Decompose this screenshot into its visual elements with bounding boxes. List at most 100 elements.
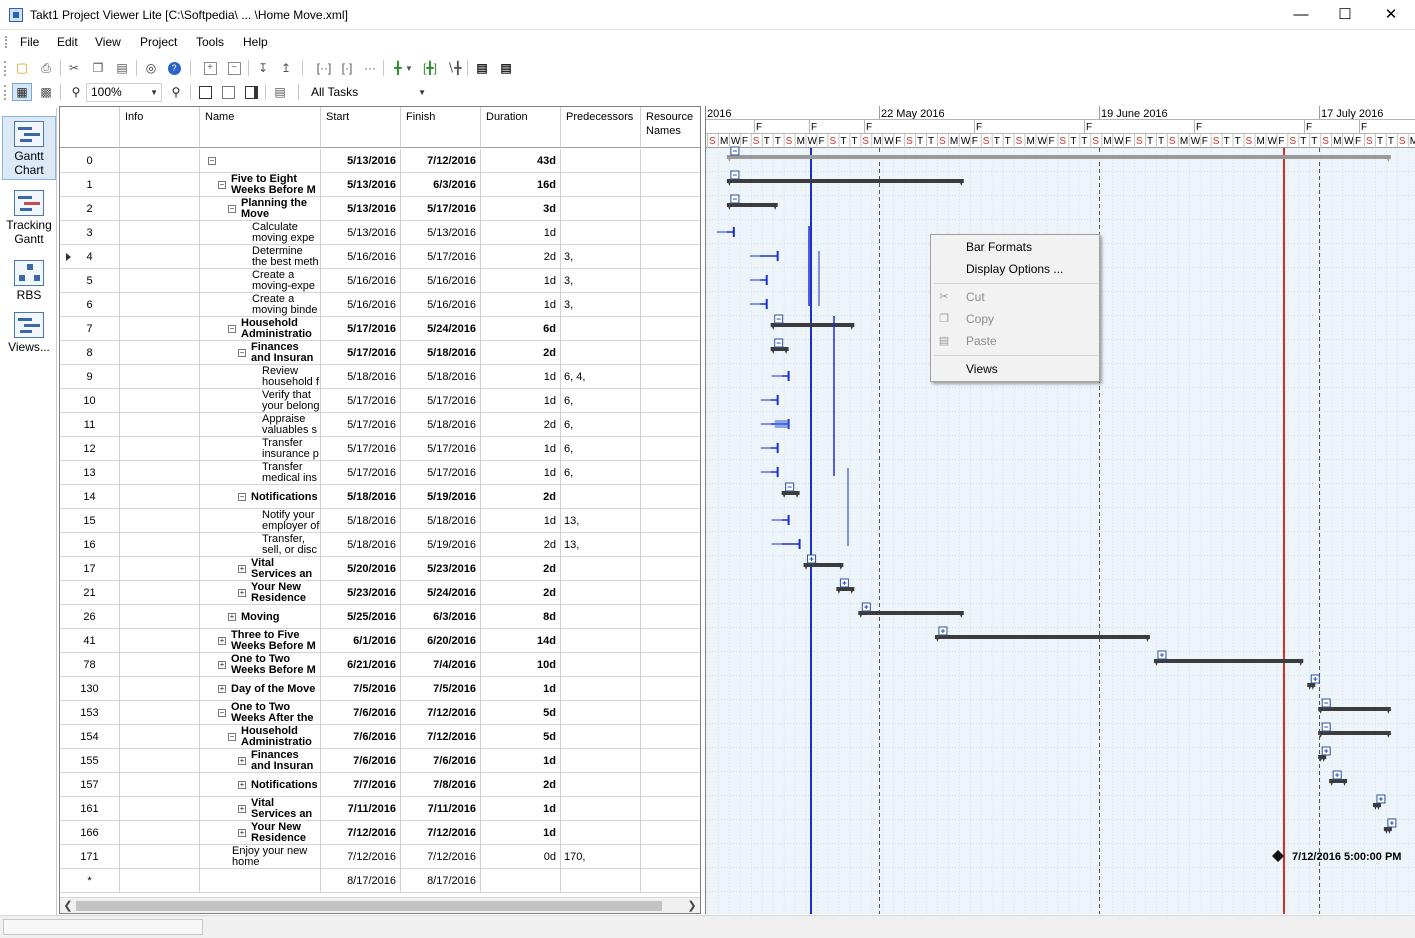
start-cell[interactable]: 6/1/2016 [321, 629, 401, 653]
start-cell[interactable]: 5/13/2016 [321, 149, 401, 173]
start-cell[interactable]: 5/16/2016 [321, 293, 401, 317]
layout-split-icon[interactable] [218, 83, 238, 101]
duration-cell[interactable]: 10d [481, 653, 561, 677]
row-id[interactable]: 166 [60, 821, 120, 845]
ctx-views[interactable]: Views [931, 358, 1099, 380]
start-cell[interactable]: 5/18/2016 [321, 485, 401, 509]
start-cell[interactable]: 7/5/2016 [321, 677, 401, 701]
collapse-toggle-icon[interactable]: − [228, 733, 236, 741]
resource-cell[interactable] [641, 317, 700, 341]
print-icon[interactable]: ⎙ [36, 59, 56, 77]
name-cell[interactable]: − [200, 149, 321, 173]
filter-icon[interactable]: ▤ [270, 83, 290, 101]
table-row[interactable]: 13 Transfer medical ins 5/17/2016 5/17/2016… [60, 461, 700, 485]
predecessors-cell[interactable] [561, 677, 641, 701]
finish-cell[interactable]: 6/20/2016 [401, 629, 481, 653]
start-cell[interactable]: 5/20/2016 [321, 557, 401, 581]
view-tracking-gantt[interactable]: Tracking Gantt [2, 186, 56, 250]
open-icon[interactable]: ▢ [12, 59, 32, 77]
table-row[interactable]: 12 Transfer insurance p 5/17/2016 5/17/2016… [60, 437, 700, 461]
finish-cell[interactable]: 5/17/2016 [401, 389, 481, 413]
expand-icon[interactable]: + [200, 59, 220, 77]
info-cell[interactable] [120, 197, 200, 221]
predecessors-cell[interactable]: 3, [561, 269, 641, 293]
duration-cell[interactable]: 14d [481, 629, 561, 653]
collapse-toggle-icon[interactable]: − [218, 709, 226, 717]
table-row[interactable]: 130 + Day of the Move 7/5/2016 7/5/2016 1d [60, 677, 700, 701]
row-id[interactable]: 171 [60, 845, 120, 869]
info-cell[interactable] [120, 389, 200, 413]
predecessors-cell[interactable]: 170, [561, 845, 641, 869]
resource-cell[interactable] [641, 461, 700, 485]
scroll-to-task-icon[interactable]: ∖╋ [444, 59, 464, 77]
row-id[interactable]: 130 [60, 677, 120, 701]
resource-cell[interactable] [641, 533, 700, 557]
table-row[interactable]: 7− Household Administratio 5/17/2016 5/24/2… [60, 317, 700, 341]
finish-cell[interactable]: 7/12/2016 [401, 821, 481, 845]
name-cell[interactable]: + Three to Five Weeks Before M [200, 629, 321, 653]
table-row[interactable]: 157 + Notifications 7/7/2016 7/8/2016 2d [60, 773, 700, 797]
header-start[interactable]: Start [321, 107, 401, 148]
header-info[interactable]: Info [120, 107, 200, 148]
resource-cell[interactable] [641, 293, 700, 317]
info-cell[interactable] [120, 245, 200, 269]
header-resource-names[interactable]: Resource Names [641, 107, 700, 148]
info-cell[interactable] [120, 317, 200, 341]
duration-cell[interactable]: 1d [481, 269, 561, 293]
info-cell[interactable] [120, 485, 200, 509]
predecessors-cell[interactable]: 3, [561, 245, 641, 269]
finish-cell[interactable]: 5/24/2016 [401, 317, 481, 341]
start-cell[interactable]: 5/18/2016 [321, 365, 401, 389]
row-id[interactable]: 13 [60, 461, 120, 485]
header-finish[interactable]: Finish [401, 107, 481, 148]
menu-help[interactable]: Help [243, 35, 268, 49]
predecessors-cell[interactable] [561, 725, 641, 749]
finish-cell[interactable]: 5/24/2016 [401, 581, 481, 605]
predecessors-cell[interactable] [561, 773, 641, 797]
predecessors-cell[interactable] [561, 341, 641, 365]
start-cell[interactable]: 7/11/2016 [321, 797, 401, 821]
expand-toggle-icon[interactable]: + [238, 565, 246, 573]
row-id[interactable]: 155 [60, 749, 120, 773]
start-cell[interactable]: 5/17/2016 [321, 461, 401, 485]
start-cell[interactable]: 5/13/2016 [321, 197, 401, 221]
start-cell[interactable]: 8/17/2016 [321, 869, 401, 893]
finish-cell[interactable]: 5/18/2016 [401, 413, 481, 437]
duration-cell[interactable]: 1d [481, 797, 561, 821]
start-cell[interactable]: 5/17/2016 [321, 389, 401, 413]
predecessors-cell[interactable]: 3, [561, 293, 641, 317]
close-button[interactable]: ✕ [1368, 0, 1414, 30]
layout-left-icon[interactable] [195, 83, 215, 101]
zoom-out-icon[interactable]: ⚲ [66, 83, 86, 101]
resource-cell[interactable] [641, 749, 700, 773]
table-row[interactable]: 1 − Five to Eight Weeks Before M 5/13/2016 6… [60, 173, 700, 197]
row-id[interactable]: 1 [60, 173, 120, 197]
zoom-in-icon[interactable]: ⚲ [166, 83, 186, 101]
start-cell[interactable]: 5/23/2016 [321, 581, 401, 605]
name-cell[interactable]: − Five to Eight Weeks Before M [200, 173, 321, 197]
resource-cell[interactable] [641, 869, 700, 893]
info-cell[interactable] [120, 725, 200, 749]
header-predecessors[interactable]: Predecessors [561, 107, 641, 148]
duration-cell[interactable]: 1d [481, 389, 561, 413]
predecessors-cell[interactable] [561, 149, 641, 173]
find-icon[interactable]: ◎ [141, 59, 161, 77]
duration-cell[interactable]: 1d [481, 509, 561, 533]
start-cell[interactable]: 7/7/2016 [321, 773, 401, 797]
finish-cell[interactable]: 5/18/2016 [401, 509, 481, 533]
info-cell[interactable] [120, 701, 200, 725]
info-cell[interactable] [120, 845, 200, 869]
ctx-paste[interactable]: ▤ Paste [931, 330, 1099, 352]
collapse-toggle-icon[interactable]: − [218, 181, 226, 189]
start-cell[interactable]: 7/12/2016 [321, 845, 401, 869]
start-cell[interactable]: 5/16/2016 [321, 269, 401, 293]
resource-cell[interactable] [641, 437, 700, 461]
finish-cell[interactable]: 7/12/2016 [401, 725, 481, 749]
row-id[interactable]: 41 [60, 629, 120, 653]
collapse-toggle-icon[interactable]: − [228, 325, 236, 333]
row-id[interactable]: 11 [60, 413, 120, 437]
predecessors-cell[interactable] [561, 605, 641, 629]
name-cell[interactable]: Calculate moving expe [200, 221, 321, 245]
predecessors-cell[interactable] [561, 653, 641, 677]
info-cell[interactable] [120, 605, 200, 629]
